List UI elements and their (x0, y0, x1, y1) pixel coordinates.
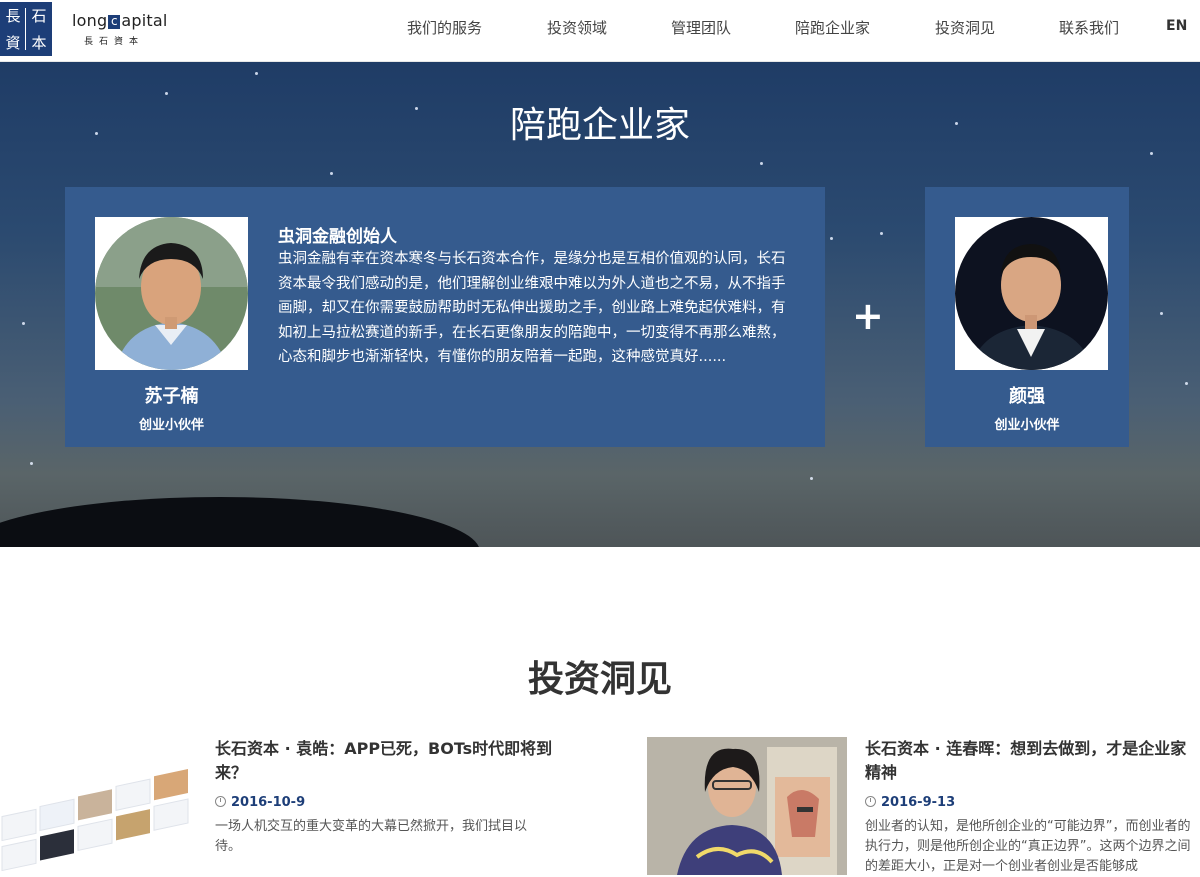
star (1185, 382, 1188, 385)
entrepreneurs-section: 陪跑企业家 苏子楠 创业小伙伴 虫洞金融创始人 虫洞金融有幸在资本寒冬与长石资本… (0, 62, 1200, 547)
article-summary: 一场人机交互的重大变革的大幕已然掀开，我们拭目以待。 (215, 819, 528, 854)
entrepreneur-card[interactable]: 颜强 创业小伙伴 (925, 187, 1129, 447)
main-nav: 我们的服务 投资领域 管理团队 陪跑企业家 投资洞见 联系我们 EN (0, 0, 1200, 62)
portrait-image (955, 217, 1108, 370)
article-date: 2016-9-13 (865, 795, 955, 810)
article-summary: 创业者的认知，是他所创企业的“可能边界”，而创业者的执行力，则是他所创企业的“真… (865, 819, 1191, 874)
star (22, 322, 25, 325)
star (830, 237, 833, 240)
entrepreneur-role: 创业小伙伴 (994, 418, 1060, 433)
article-title[interactable]: 长石资本 · 袁皓：APP已死，BOTs时代即将到来？ (215, 737, 555, 785)
portrait-image (95, 217, 248, 370)
entrepreneur-name: 苏子楠 (144, 386, 199, 407)
entrepreneur-card[interactable]: 苏子楠 创业小伙伴 虫洞金融创始人 虫洞金融有幸在资本寒冬与长石资本合作，是缘分… (65, 187, 825, 447)
star (255, 72, 258, 75)
article-thumbnail[interactable] (647, 737, 847, 875)
site-header: 長 石 資 本 long c apital 長石資本 我们的服务 投资领域 管理团队… (0, 0, 1200, 62)
star (165, 92, 168, 95)
star (760, 162, 763, 165)
insights-title: 投资洞见 (527, 659, 672, 700)
hill-silhouette (0, 497, 480, 547)
avatar (955, 217, 1108, 370)
star (30, 462, 33, 465)
nav-item-services[interactable]: 我们的服务 (407, 17, 482, 38)
quote-title: 虫洞金融创始人 (278, 227, 397, 247)
star (810, 477, 813, 480)
nav-item-insights[interactable]: 投资洞见 (935, 17, 995, 38)
entrepreneur-name: 颜强 (1009, 386, 1045, 407)
section-title: 陪跑企业家 (509, 105, 690, 146)
clock-icon (865, 796, 876, 807)
nav-item-team[interactable]: 管理团队 (671, 17, 731, 38)
plus-icon: + (852, 294, 884, 338)
article-thumbnail[interactable] (0, 737, 197, 875)
avatar (95, 217, 248, 370)
language-switch[interactable]: EN (1166, 18, 1187, 34)
clock-icon (215, 796, 226, 807)
nav-item-investment-fields[interactable]: 投资领域 (547, 17, 607, 38)
star (330, 172, 333, 175)
star (880, 232, 883, 235)
nav-item-entrepreneurs[interactable]: 陪跑企业家 (795, 17, 870, 38)
portrait-photo (647, 737, 847, 875)
article-date: 2016-10-9 (215, 795, 305, 810)
quote-text: 虫洞金融有幸在资本寒冬与长石资本合作，是缘分也是互相价值观的认同，长石资本最令我… (278, 251, 786, 365)
star (1160, 312, 1163, 315)
entrepreneur-role: 创业小伙伴 (138, 418, 204, 433)
article-title[interactable]: 长石资本 · 连春晖：想到去做到，才是企业家精神 (865, 737, 1195, 785)
nav-item-contact[interactable]: 联系我们 (1059, 17, 1119, 38)
star (1150, 152, 1153, 155)
app-screens-image (1, 769, 189, 872)
